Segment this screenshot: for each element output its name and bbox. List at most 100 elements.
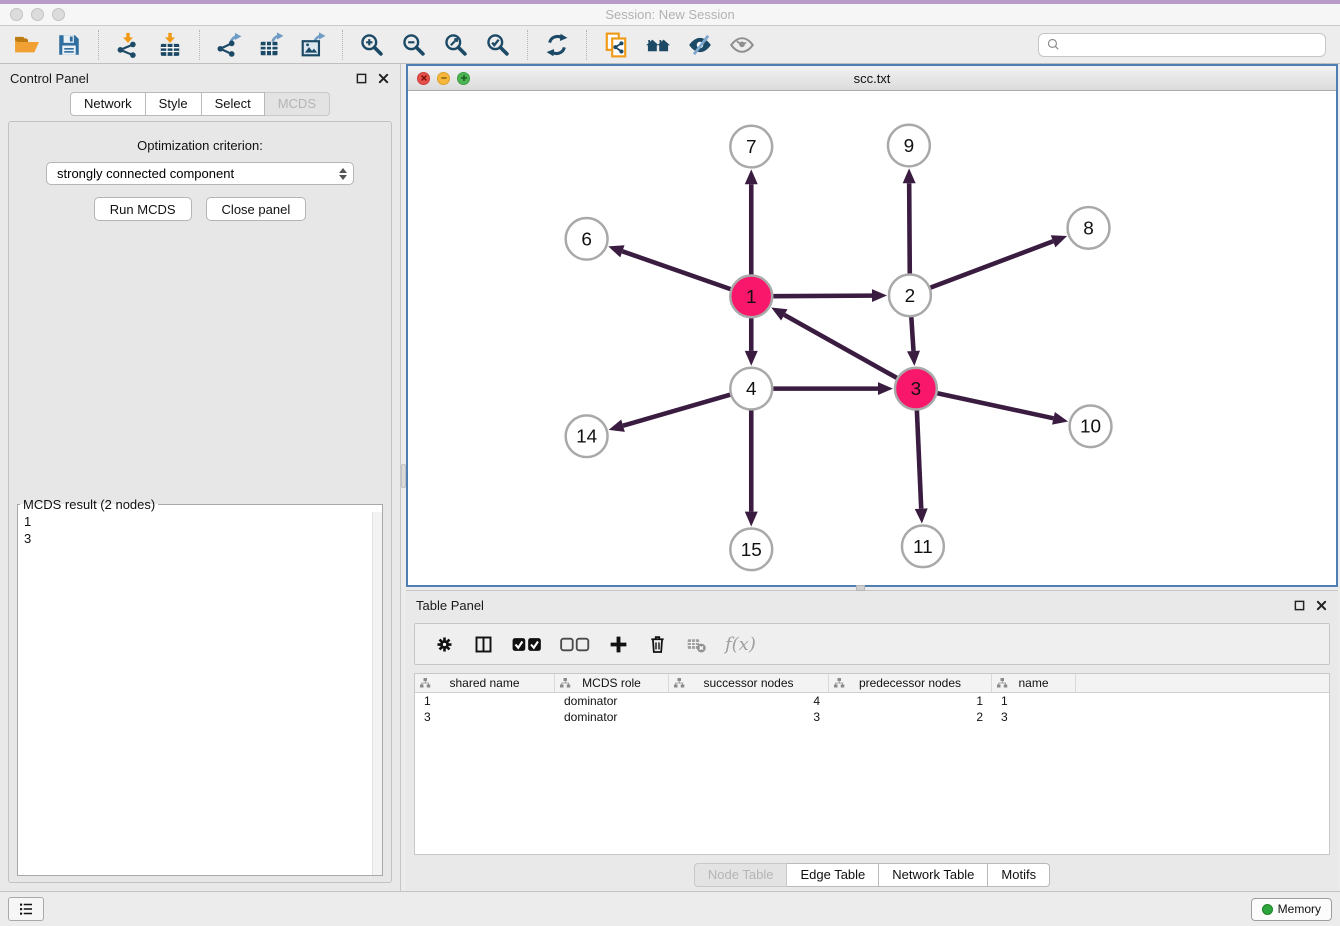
- node-15[interactable]: 15: [730, 528, 772, 570]
- node-10[interactable]: 10: [1070, 405, 1112, 447]
- tab-node-table[interactable]: Node Table: [694, 863, 788, 887]
- table-splitter-handle[interactable]: [856, 585, 865, 591]
- close-panel-button[interactable]: Close panel: [206, 197, 307, 221]
- zoom-selected-icon[interactable]: [480, 29, 516, 61]
- table-panel-float-button[interactable]: [1292, 598, 1306, 612]
- import-network-icon[interactable]: [110, 29, 146, 61]
- search-box: [1038, 33, 1326, 57]
- refresh-icon[interactable]: [539, 29, 575, 61]
- tab-select[interactable]: Select: [202, 92, 265, 116]
- duplicate-network-icon[interactable]: [598, 29, 634, 61]
- splitter-handle[interactable]: [401, 464, 406, 488]
- export-network-icon[interactable]: [211, 29, 247, 61]
- export-image-icon[interactable]: [295, 29, 331, 61]
- node-label: 3: [911, 379, 922, 400]
- add-row-icon[interactable]: [608, 634, 629, 655]
- column-header-name[interactable]: name: [992, 674, 1076, 692]
- tab-motifs[interactable]: Motifs: [988, 863, 1050, 887]
- table-cell[interactable]: dominator: [555, 709, 669, 725]
- edge-1-4[interactable]: [745, 318, 758, 366]
- edge-1-2[interactable]: [773, 289, 887, 302]
- node-8[interactable]: 8: [1068, 207, 1110, 249]
- open-session-icon[interactable]: [9, 29, 45, 61]
- task-history-button[interactable]: [8, 897, 44, 921]
- edge-3-10[interactable]: [937, 393, 1068, 424]
- table-panel-title: Table Panel: [416, 598, 484, 613]
- result-scrollbar[interactable]: [372, 512, 382, 875]
- control-panel: Control Panel NetworkStyleSelectMCDS Opt…: [0, 64, 401, 891]
- import-table-icon[interactable]: [152, 29, 188, 61]
- tab-mcds[interactable]: MCDS: [265, 92, 330, 116]
- eye-slash-icon[interactable]: [682, 29, 718, 61]
- column-header-predecessor-nodes[interactable]: predecessor nodes: [829, 674, 992, 692]
- tab-edge-table[interactable]: Edge Table: [787, 863, 879, 887]
- table-splitter[interactable]: [406, 587, 1338, 590]
- edge-4-3[interactable]: [773, 382, 893, 395]
- edge-2-3[interactable]: [907, 317, 920, 366]
- edge-3-1[interactable]: [771, 308, 897, 378]
- edge-4-14[interactable]: [609, 395, 731, 432]
- table-row[interactable]: 1dominator411: [415, 693, 1329, 709]
- search-input[interactable]: [1064, 35, 1321, 55]
- node-1[interactable]: 1: [730, 276, 772, 318]
- tab-style[interactable]: Style: [146, 92, 202, 116]
- deselect-all-icon[interactable]: [560, 636, 590, 653]
- run-mcds-button[interactable]: Run MCDS: [94, 197, 192, 221]
- edge-2-8[interactable]: [930, 235, 1067, 287]
- node-7[interactable]: 7: [730, 126, 772, 168]
- column-header-successor-nodes[interactable]: successor nodes: [669, 674, 829, 692]
- zoom-fit-icon[interactable]: [438, 29, 474, 61]
- zoom-in-icon[interactable]: [354, 29, 390, 61]
- node-14[interactable]: 14: [566, 415, 608, 457]
- edge-4-15[interactable]: [745, 410, 758, 526]
- eye-icon[interactable]: [724, 29, 760, 61]
- homes-icon[interactable]: [640, 29, 676, 61]
- optimization-dropdown[interactable]: strongly connected component: [46, 162, 354, 185]
- node-6[interactable]: 6: [566, 218, 608, 260]
- table-cell[interactable]: 1: [829, 693, 992, 709]
- control-panel-close-button[interactable]: [376, 71, 390, 85]
- edge-2-9[interactable]: [903, 168, 916, 273]
- zoom-out-icon[interactable]: [396, 29, 432, 61]
- edge-3-11[interactable]: [915, 410, 928, 523]
- node-9[interactable]: 9: [888, 125, 930, 167]
- tab-network-table[interactable]: Network Table: [879, 863, 988, 887]
- edge-1-6[interactable]: [608, 245, 730, 289]
- tab-network[interactable]: Network: [70, 92, 146, 116]
- table-row[interactable]: 3dominator323: [415, 709, 1329, 725]
- table-cell[interactable]: 2: [829, 709, 992, 725]
- table-cell[interactable]: 3: [669, 709, 829, 725]
- save-session-icon[interactable]: [51, 29, 87, 61]
- column-header-shared-name[interactable]: shared name: [415, 674, 555, 692]
- node-3[interactable]: 3: [895, 368, 937, 410]
- dropdown-value: strongly connected component: [57, 166, 234, 181]
- table-cell[interactable]: dominator: [555, 693, 669, 709]
- table-cell[interactable]: 4: [669, 693, 829, 709]
- node-label: 9: [904, 136, 915, 157]
- table-settings-icon[interactable]: [434, 634, 455, 655]
- table-cell[interactable]: 1: [992, 693, 1076, 709]
- network-graph: 7 9 6 8 1 2 4 3 14 10 15 11: [408, 91, 1336, 585]
- memory-button[interactable]: Memory: [1251, 898, 1332, 921]
- panel-splitter[interactable]: [401, 64, 406, 891]
- table-cell[interactable]: 3: [992, 709, 1076, 725]
- optimization-label: Optimization criterion:: [13, 138, 387, 153]
- column-header-mcds-role[interactable]: MCDS role: [555, 674, 669, 692]
- export-table-icon[interactable]: [253, 29, 289, 61]
- toolbar-groups: [6, 29, 763, 61]
- table-panel-close-button[interactable]: [1314, 598, 1328, 612]
- node-2[interactable]: 2: [889, 275, 931, 317]
- select-all-icon[interactable]: [512, 636, 542, 653]
- control-panel-float-button[interactable]: [354, 71, 368, 85]
- close-icon: [378, 73, 389, 84]
- network-canvas[interactable]: 7 9 6 8 1 2 4 3 14 10 15 11: [408, 91, 1336, 585]
- table-cell[interactable]: 3: [415, 709, 555, 725]
- mcds-result-list: 13: [18, 512, 382, 548]
- edge-1-7[interactable]: [745, 169, 758, 274]
- attribute-icon: [673, 677, 685, 689]
- columns-icon[interactable]: [473, 634, 494, 655]
- table-cell[interactable]: 1: [415, 693, 555, 709]
- node-4[interactable]: 4: [730, 368, 772, 410]
- node-11[interactable]: 11: [902, 526, 944, 568]
- delete-row-icon[interactable]: [647, 634, 668, 655]
